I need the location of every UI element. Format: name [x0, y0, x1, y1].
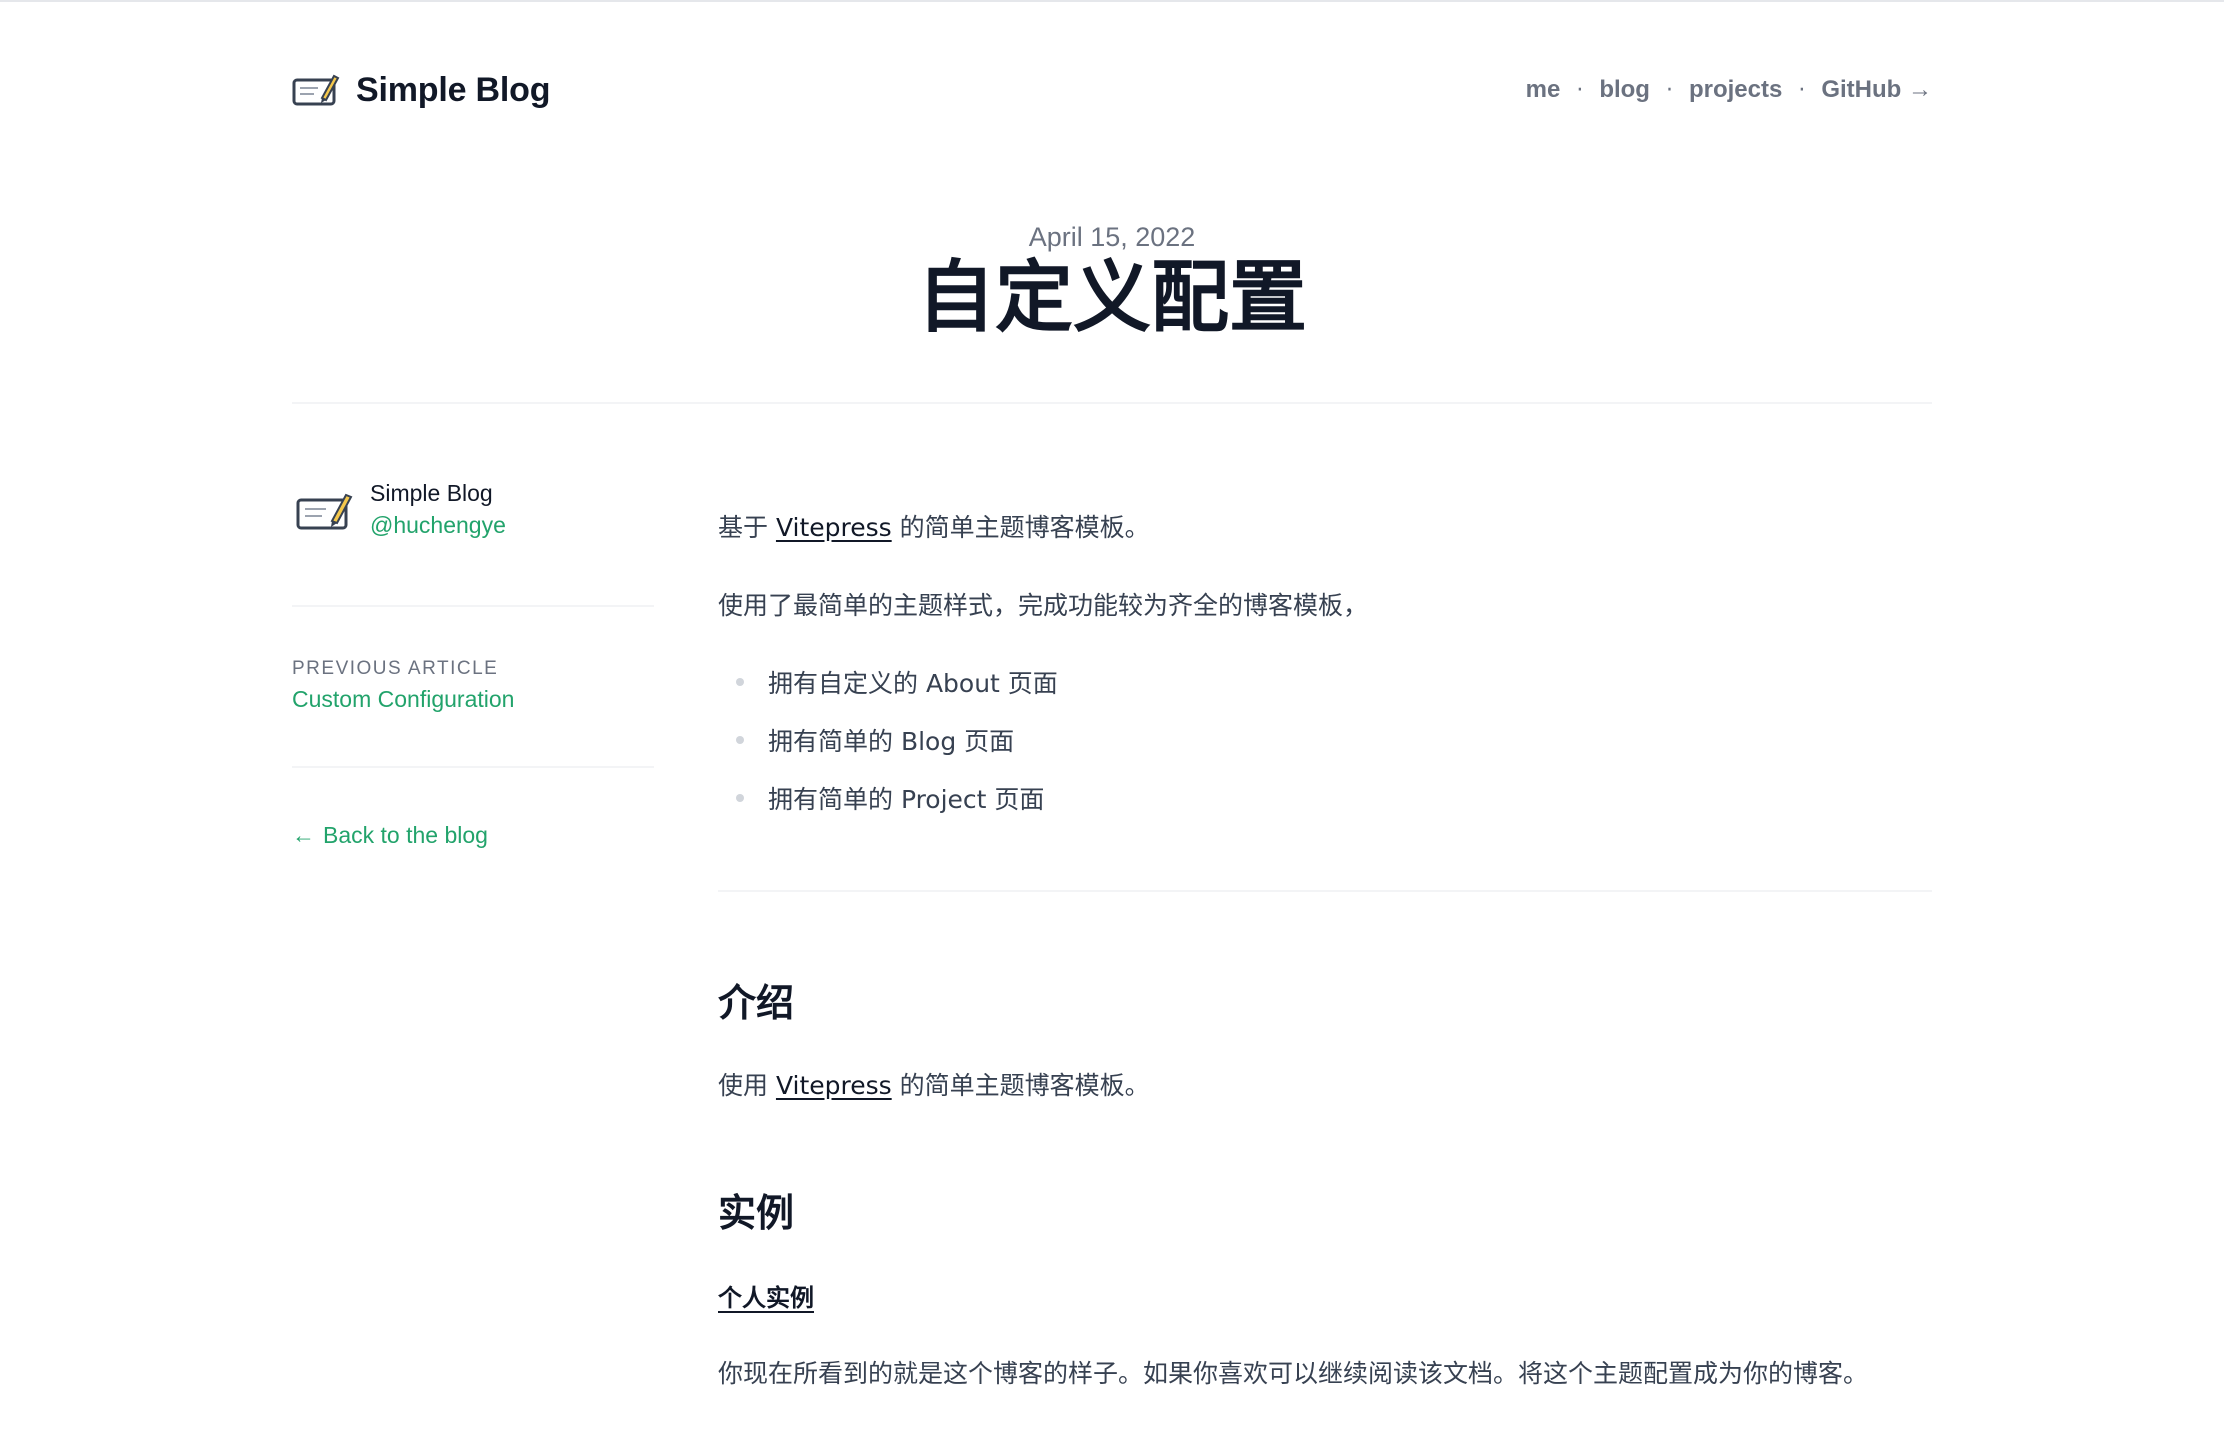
vitepress-link[interactable]: Vitepress — [776, 513, 892, 542]
nav-github[interactable]: GitHub → — [1821, 76, 1932, 104]
bullet-icon — [736, 736, 744, 744]
nav-me[interactable]: me — [1526, 76, 1561, 104]
section1-prefix: 使用 — [718, 1071, 776, 1100]
bullet-icon — [736, 678, 744, 686]
brand-link[interactable]: Simple Blog — [292, 70, 550, 110]
site-header: Simple Blog me · blog · projects · GitHu… — [292, 62, 1932, 122]
list-item: 拥有自定义的 About 页面 — [736, 664, 1058, 700]
post-date: April 15, 2022 — [1028, 222, 1196, 252]
list-item: 拥有简单的 Blog 页面 — [736, 722, 1014, 758]
author-card: Simple Blog @huchengye — [292, 478, 654, 548]
bullet-icon — [736, 794, 744, 802]
previous-article-link[interactable]: Custom Configuration — [292, 686, 514, 713]
pencil-card-icon — [292, 74, 340, 106]
personal-example-link[interactable]: 个人实例 — [718, 1278, 814, 1313]
arrow-left-icon: ← — [292, 822, 315, 848]
section1-paragraph: 使用 Vitepress 的简单主题博客模板。 — [718, 1066, 1150, 1102]
section-heading-examples: 实例 — [718, 1191, 795, 1235]
nav-blog[interactable]: blog — [1599, 76, 1650, 104]
section1-suffix: 的简单主题博客模板。 — [891, 1071, 1150, 1100]
intro-paragraph: 基于 Vitepress 的简单主题博客模板。 — [718, 508, 1150, 544]
back-to-blog-link[interactable]: ← Back to the blog — [292, 822, 488, 849]
post-title: 自定义配置 — [916, 253, 1307, 343]
main-nav: me · blog · projects · GitHub → — [1526, 76, 1932, 104]
content-divider — [718, 890, 1932, 892]
top-border — [0, 0, 2224, 2]
nav-separator: · — [1665, 77, 1673, 103]
nav-separator: · — [1798, 77, 1806, 103]
author-name: Simple Blog — [370, 480, 493, 506]
author-handle-link[interactable]: @huchengye — [370, 512, 506, 539]
pencil-card-icon — [296, 493, 353, 530]
description-paragraph: 使用了最简单的主题样式，完成功能较为齐全的博客模板， — [718, 591, 1369, 620]
vitepress-link[interactable]: Vitepress — [776, 1071, 892, 1100]
back-to-blog-label: Back to the blog — [323, 822, 488, 848]
list-item: 拥有简单的 Project 页面 — [736, 780, 1044, 816]
sidebar-divider — [292, 766, 654, 768]
sidebar-divider — [292, 605, 654, 607]
list-item-text: 拥有简单的 Project 页面 — [768, 785, 1045, 814]
section-heading-intro: 介绍 — [718, 981, 795, 1025]
intro-suffix: 的简单主题博客模板。 — [891, 513, 1150, 542]
list-item-text: 拥有自定义的 About 页面 — [768, 669, 1058, 698]
intro-prefix: 基于 — [718, 513, 776, 542]
nav-projects[interactable]: projects — [1689, 76, 1782, 104]
nav-separator: · — [1576, 77, 1584, 103]
list-item-text: 拥有简单的 Blog 页面 — [768, 727, 1015, 756]
title-divider — [292, 402, 1932, 404]
brand-name: Simple Blog — [356, 70, 551, 109]
previous-article-label: PREVIOUS ARTICLE — [292, 658, 499, 679]
section2-paragraph: 你现在所看到的就是这个博客的样子。如果你喜欢可以继续阅读该文档。将这个主题配置成… — [718, 1359, 1869, 1388]
